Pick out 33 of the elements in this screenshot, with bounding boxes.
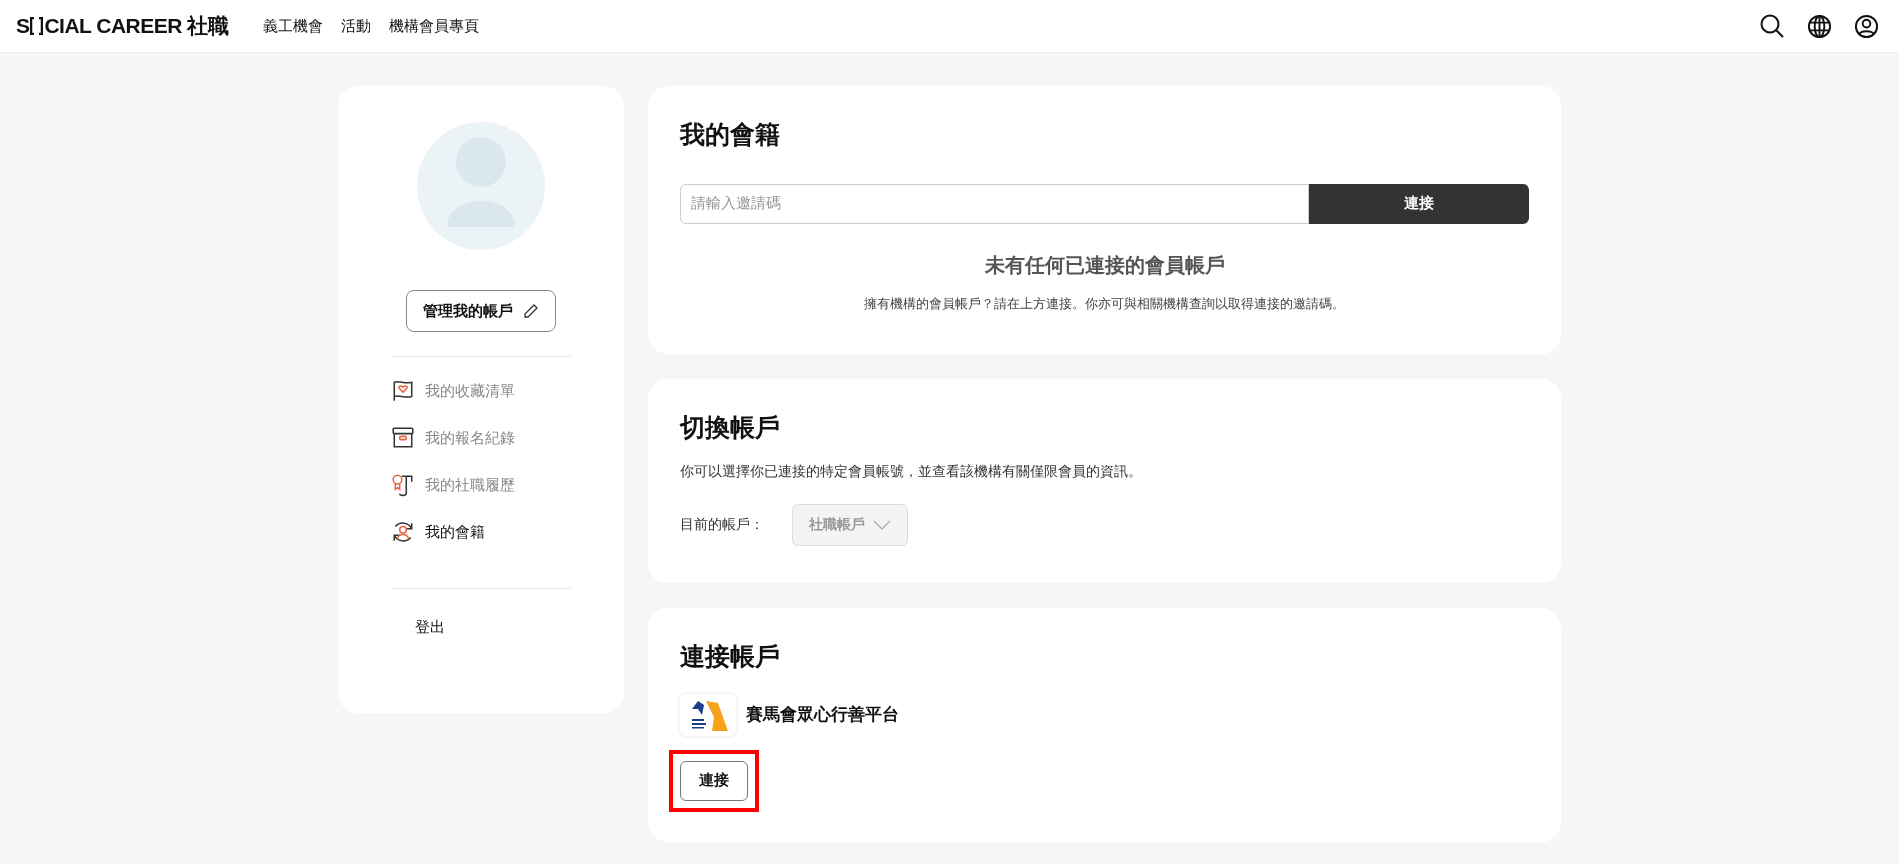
- nav-link[interactable]: 機構會員專頁: [389, 14, 480, 38]
- empty-state-text: 擁有機構的會員帳戶？請在上方連接。你亦可與相關機構查詢以取得連接的邀請碼。: [863, 294, 1346, 313]
- section-title: 我的會籍: [680, 119, 781, 150]
- section-title: 連接帳戶: [680, 641, 781, 672]
- person-sync-icon: [391, 520, 415, 544]
- logout-link[interactable]: 登出: [391, 618, 445, 635]
- bracket-logo-icon: [30, 17, 44, 35]
- scroll-ribbon-icon: [391, 473, 415, 497]
- globe-icon[interactable]: [1807, 13, 1832, 39]
- sidebar-item[interactable]: 我的報名紀錄: [391, 426, 571, 450]
- nav-link[interactable]: 活動: [341, 14, 372, 38]
- connect-button[interactable]: 連接: [1309, 183, 1529, 224]
- archive-box-icon: [391, 426, 415, 450]
- organization-logo: [680, 693, 736, 736]
- current-account-label: 目前的帳戶：: [680, 515, 765, 534]
- search-icon[interactable]: [1759, 13, 1785, 39]
- logo-text[interactable]: S: [16, 10, 30, 42]
- logo-text[interactable]: CIAL CAREER 社職: [44, 10, 229, 42]
- sidebar-item[interactable]: 我的會籍: [391, 520, 571, 544]
- sidebar-item[interactable]: 我的收藏清單: [391, 379, 571, 403]
- section-title: 切換帳戶: [680, 412, 781, 443]
- chevron-down-icon: [873, 519, 891, 530]
- manage-account-button[interactable]: 管理我的帳戶: [406, 290, 556, 332]
- sidebar-item[interactable]: 我的社職履歷: [391, 473, 571, 497]
- section-description: 你可以選擇你已連接的特定會員帳號，並查看該機構有關僅限會員的資訊。: [680, 461, 1143, 481]
- invite-code-field[interactable]: 請輸入邀請碼: [680, 183, 1309, 224]
- nav-link[interactable]: 義工機會: [263, 14, 324, 38]
- connect-button[interactable]: 連接: [680, 760, 748, 801]
- user-icon[interactable]: [1854, 13, 1879, 39]
- pencil-icon: [523, 303, 539, 319]
- empty-state-title: 未有任何已連接的會員帳戶: [983, 252, 1226, 278]
- organization-name: 賽馬會眾心行善平台: [746, 703, 899, 726]
- flag-heart-icon: [391, 379, 415, 403]
